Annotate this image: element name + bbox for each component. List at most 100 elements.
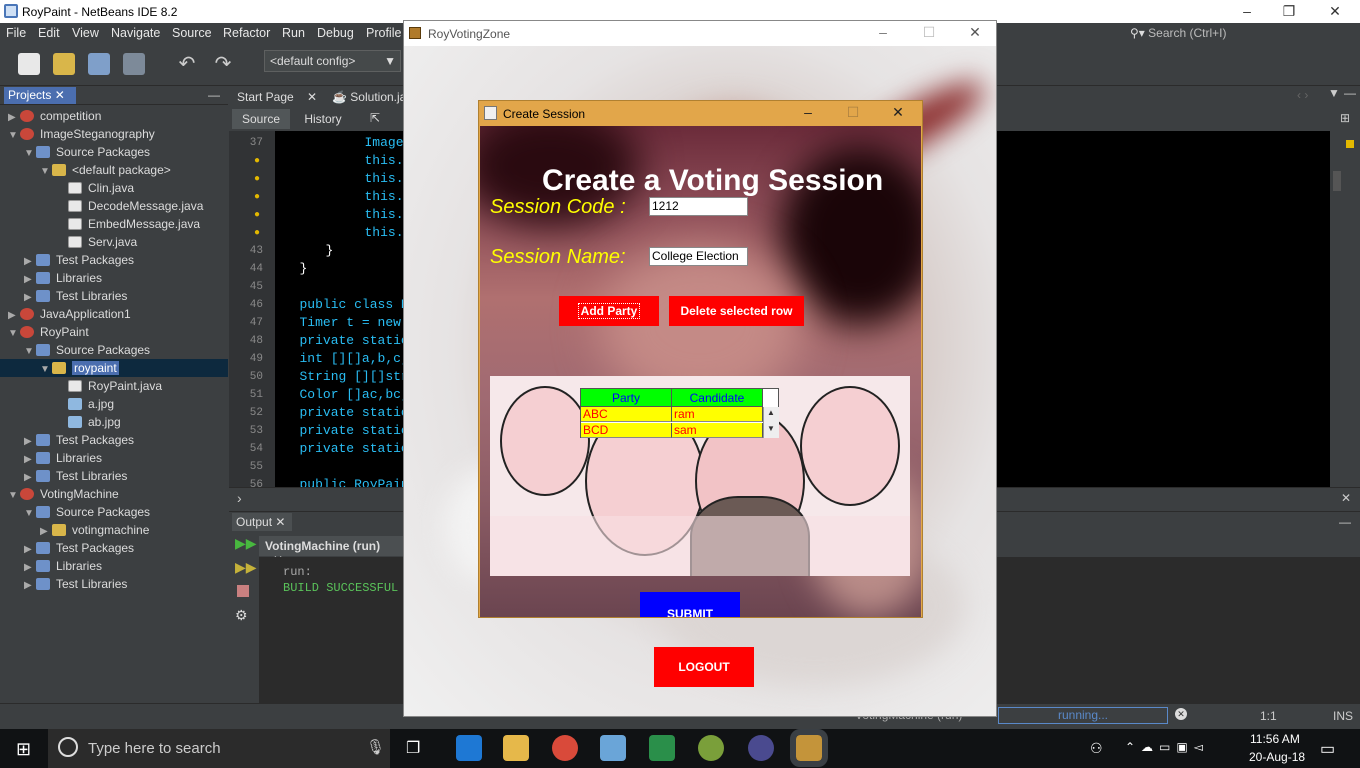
tree-node[interactable]: ▶ votingmachine	[40, 521, 149, 539]
tree-node[interactable]: ▶ JavaApplication1	[8, 305, 131, 323]
minimize-panel-icon[interactable]: —	[208, 88, 220, 102]
stop-icon[interactable]	[237, 585, 249, 597]
virtualbox-icon[interactable]	[600, 735, 626, 761]
clock-time[interactable]: 11:56 AM	[1250, 732, 1300, 746]
tree-node[interactable]: ▶ Test Packages	[24, 251, 134, 269]
close-icon[interactable]: ✕	[883, 103, 913, 121]
tree-node[interactable]: ▼ <default package>	[40, 161, 171, 179]
close-icon[interactable]: ✕	[55, 88, 65, 102]
scroll-up-icon[interactable]: ▲	[767, 408, 775, 417]
tree-node[interactable]: ▼ Source Packages	[24, 143, 150, 161]
settings-icon[interactable]: ⚙	[235, 607, 248, 624]
tree-node[interactable]: ▶ Test Libraries	[24, 287, 127, 305]
tree-node[interactable]: ▼ Source Packages	[24, 341, 150, 359]
clock-date[interactable]: 20-Aug-18	[1249, 750, 1305, 764]
maximize-icon[interactable]: ☐	[838, 103, 868, 121]
chrome-icon[interactable]	[552, 735, 578, 761]
tree-node[interactable]: ▶ Test Libraries	[24, 467, 127, 485]
menu-view[interactable]: View	[72, 26, 99, 40]
tree-node[interactable]: ▼ Source Packages	[24, 503, 150, 521]
menu-debug[interactable]: Debug	[317, 26, 354, 40]
warning-bulb-icon[interactable]: ●	[254, 209, 260, 220]
tree-node[interactable]: ▶ Test Libraries	[24, 575, 127, 593]
expand-down-icon[interactable]: ▼	[24, 145, 36, 163]
table-cell[interactable]: ram	[672, 407, 763, 422]
last-edit-icon[interactable]: ⇱	[370, 111, 380, 125]
tree-node[interactable]: ▶ Libraries	[24, 269, 102, 287]
menu-edit[interactable]: Edit	[38, 26, 60, 40]
pycharm-icon[interactable]	[649, 735, 675, 761]
maximize-icon[interactable]: ❐	[1274, 2, 1304, 20]
rerun-icon[interactable]: ▶▶	[235, 535, 257, 552]
tree-node[interactable]: ▶ Test Packages	[24, 431, 134, 449]
projects-tab[interactable]: Projects ✕	[4, 87, 76, 104]
undo-icon[interactable]: ↶	[176, 53, 198, 75]
minimize-icon[interactable]: –	[793, 103, 823, 121]
table-cell[interactable]: BCD	[581, 423, 672, 438]
scroll-tabs-icon[interactable]: ‹ ›	[1297, 88, 1308, 102]
table-header-party[interactable]: Party	[581, 389, 672, 407]
tree-node[interactable]: ▶ competition	[8, 107, 101, 125]
tree-node[interactable]: ▶ Test Packages	[24, 539, 134, 557]
minimize-icon[interactable]: –	[1232, 2, 1262, 20]
open-project-icon[interactable]	[88, 53, 110, 75]
tree-node[interactable]: ▼ VotingMachine	[8, 485, 119, 503]
session-code-input[interactable]: 1212	[649, 197, 748, 216]
session-name-input[interactable]: College Election	[649, 247, 748, 266]
taskbar-search[interactable]: Type here to search 🎙	[48, 729, 390, 768]
rerun-config-icon[interactable]: ▶▶	[235, 559, 257, 576]
warning-bulb-icon[interactable]: ●	[254, 227, 260, 238]
minimize-icon[interactable]: –	[868, 23, 898, 41]
close-icon[interactable]: ✕	[960, 23, 990, 41]
tree-node[interactable]: Clin.java	[56, 179, 134, 197]
party-table[interactable]: Party Candidate ABC ram BCD sam ▲ ▼	[580, 388, 779, 438]
status-progress[interactable]: running...	[998, 707, 1168, 724]
windows-start-icon[interactable]: ⊞	[16, 739, 31, 760]
minimize-panel-icon[interactable]: —	[1344, 86, 1356, 100]
ide-search-input[interactable]: ⚲▾ Search (Ctrl+I)	[1130, 26, 1360, 44]
table-header-candidate[interactable]: Candidate	[672, 389, 763, 407]
tree-node[interactable]: a.jpg	[56, 395, 114, 413]
menu-profile[interactable]: Profile	[366, 26, 401, 40]
table-scrollbar[interactable]: ▲ ▼	[763, 407, 779, 438]
tree-node[interactable]: ▼ roypaint	[0, 359, 228, 377]
chevron-down-icon[interactable]: ▼	[1328, 86, 1340, 100]
system-tray-icons[interactable]: ⌃☁▭▣◅	[1125, 740, 1209, 754]
scroll-down-icon[interactable]: ▼	[767, 424, 775, 433]
notifications-icon[interactable]: ▭	[1320, 739, 1335, 759]
edge-icon[interactable]	[456, 735, 482, 761]
close-icon[interactable]: ✕	[1341, 491, 1351, 505]
source-button[interactable]: Source	[232, 109, 290, 129]
split-icon[interactable]: ⊞	[1340, 111, 1350, 125]
warning-bulb-icon[interactable]: ●	[254, 173, 260, 184]
history-button[interactable]: History	[294, 109, 352, 129]
tree-node[interactable]: ▶ Libraries	[24, 557, 102, 575]
table-cell[interactable]: ABC	[581, 407, 672, 422]
tab-start-page[interactable]: Start Page ✕	[231, 88, 323, 106]
tree-node[interactable]: ▶ Libraries	[24, 449, 102, 467]
menu-source[interactable]: Source	[172, 26, 212, 40]
output-run-tab[interactable]: VotingMachine (run) ✕	[259, 536, 404, 567]
expand-down-icon[interactable]: ▼	[40, 361, 52, 379]
android-studio-icon[interactable]	[698, 735, 724, 761]
scrollbar-thumb[interactable]	[1333, 171, 1341, 191]
save-all-icon[interactable]	[123, 53, 145, 75]
expand-right-icon[interactable]: ▶	[24, 577, 36, 595]
new-project-icon[interactable]	[53, 53, 75, 75]
submit-button[interactable]: SUBMIT	[640, 592, 740, 617]
tree-node[interactable]: RoyPaint.java	[56, 377, 162, 395]
tree-node[interactable]: ▼ RoyPaint	[8, 323, 89, 341]
redo-icon[interactable]: ↷	[212, 53, 234, 75]
tree-node[interactable]: ab.jpg	[56, 413, 121, 431]
close-icon[interactable]: ✕	[275, 515, 285, 529]
warning-bulb-icon[interactable]: ●	[254, 191, 260, 202]
close-icon[interactable]: ✕	[307, 90, 317, 104]
menu-refactor[interactable]: Refactor	[223, 26, 270, 40]
table-cell[interactable]: sam	[672, 423, 763, 438]
expand-down-icon[interactable]: ▼	[8, 127, 20, 145]
tree-node[interactable]: EmbedMessage.java	[56, 215, 200, 233]
people-icon[interactable]: ⚇	[1090, 740, 1103, 757]
eclipse-icon[interactable]	[748, 735, 774, 761]
warning-bulb-icon[interactable]: ●	[254, 155, 260, 166]
menu-file[interactable]: File	[6, 26, 26, 40]
